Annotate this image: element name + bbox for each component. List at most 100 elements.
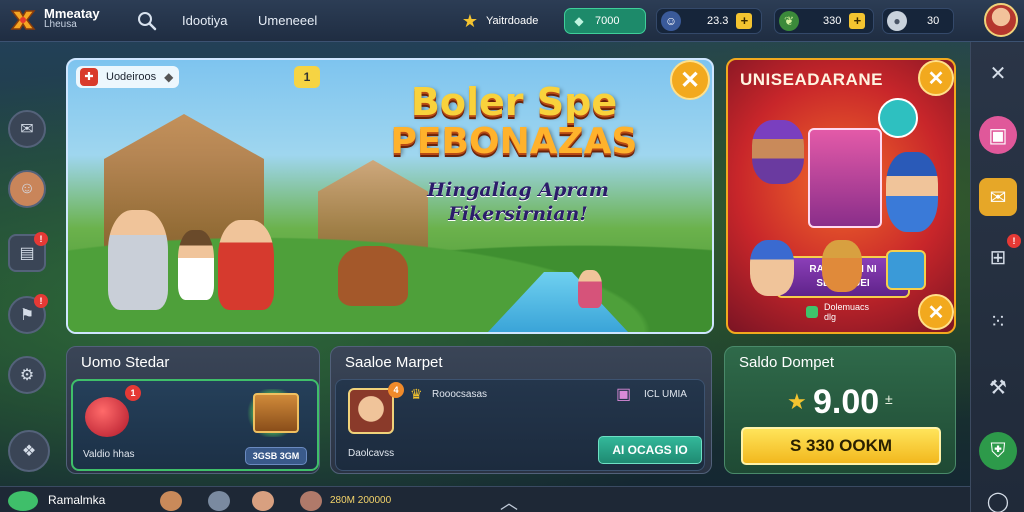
rail-shop-button[interactable]: ▣ xyxy=(979,116,1017,154)
trophy-icon: ♛ xyxy=(410,386,423,402)
brand-line-1: Mmeatay xyxy=(44,6,100,21)
notification-dot: 4 xyxy=(388,382,404,398)
hero-icon: ☺ xyxy=(661,11,681,31)
rail-chat-button[interactable]: ✉ xyxy=(8,110,46,148)
chest-icon: ▣ xyxy=(616,386,632,403)
friend-avatar[interactable] xyxy=(160,491,182,511)
currency-leaf-value: 330 xyxy=(823,15,842,27)
currency-gem-value: 7000 xyxy=(595,15,620,27)
panel-middle-caption: Daolcavss xyxy=(348,448,395,459)
promo-card-art xyxy=(808,128,882,228)
notification-dot: ! xyxy=(34,294,48,308)
close-panel-button[interactable]: ✕ xyxy=(979,54,1017,92)
rail-mail-button[interactable]: ✉ xyxy=(979,178,1017,216)
leaf-icon: ❦ xyxy=(779,11,799,31)
mage-character xyxy=(886,152,938,232)
inbox-icon: ▤ xyxy=(19,245,35,262)
lion-character xyxy=(822,240,862,292)
currency-coin-value: 30 xyxy=(927,15,940,27)
panel-left-card[interactable]: 1 Valdio hhas 3GSB 3GM xyxy=(71,379,319,471)
search-icon xyxy=(138,12,157,31)
promo-card[interactable]: UNISEADARANE ✕ RAIMCNKN NI SBGONUEI Dole… xyxy=(726,58,956,334)
rail-gift-button[interactable]: ⊞! xyxy=(979,234,1021,276)
rail-map-button[interactable]: ❖ xyxy=(8,430,50,472)
panel-middle-card[interactable]: 4 ♛ Rooocsasas ▣ ICL UMIA Daolcavss AI O… xyxy=(335,379,705,471)
search-button[interactable] xyxy=(136,10,158,32)
hero-subtitle-line-2: Fikersirnian! xyxy=(448,203,588,225)
currency-leaf[interactable]: ❦ 330 + xyxy=(774,8,874,34)
hero-tag-label: Uodeiroos xyxy=(106,71,157,83)
currency-star-label: Yaitrdoade xyxy=(486,15,539,27)
gem-icon: ◆ xyxy=(164,70,174,84)
panel-left-caption: Valdio hhas xyxy=(83,449,135,460)
chat-icon: ✉ xyxy=(20,121,34,138)
gear-icon: ⚙ xyxy=(19,367,35,384)
rail-guard-button[interactable]: ⛨ xyxy=(979,432,1017,470)
currency-gem[interactable]: ◆ 7000 xyxy=(564,8,646,34)
add-hero-button[interactable]: + xyxy=(736,13,753,29)
crate-icon xyxy=(253,393,299,433)
notification-dot: ! xyxy=(34,232,48,246)
add-leaf-button[interactable]: + xyxy=(849,13,866,29)
promo-title: UNISEADARANE xyxy=(740,70,883,89)
rail-profile-button[interactable]: ☺ xyxy=(8,170,46,208)
panel-middle-button[interactable]: AI OCAGS IO xyxy=(598,436,702,464)
event-icon: ✚ xyxy=(80,68,98,86)
gem-icon xyxy=(806,306,818,318)
rail-inbox-button[interactable]: ▤! xyxy=(8,232,48,272)
nav-link-1[interactable]: Idootiya xyxy=(182,13,228,28)
friend-avatar[interactable] xyxy=(300,491,322,511)
rail-quest-button[interactable]: ⚑! xyxy=(8,294,48,334)
hero-banner[interactable]: ✚ Uodeiroos ◆ 1 Boler Spe PEBONAZAS Hing… xyxy=(66,58,714,334)
currency-hero[interactable]: ☺ 23.3 + xyxy=(656,8,762,34)
hero-count-badge: 1 xyxy=(294,66,320,88)
wizard-character xyxy=(752,120,804,184)
nav-link-2[interactable]: Umeneeel xyxy=(258,13,317,28)
wallet-amount: 9.00 xyxy=(813,383,880,421)
notification-dot: 1 xyxy=(125,385,141,401)
star-icon: ★ xyxy=(461,10,479,31)
panel-left: Uomo Stedar 1 Valdio hhas 3GSB 3GM xyxy=(66,346,320,474)
hero-title-line-1: Boler Spe xyxy=(410,80,618,124)
brand-name: Mmeatay Lheusa xyxy=(44,6,100,30)
currency-star[interactable]: ★ Yaitrdoade xyxy=(456,8,556,34)
currency-coin[interactable]: ● 30 xyxy=(882,8,954,34)
rail-more-button[interactable]: ◯ xyxy=(979,482,1017,512)
notification-dot: ! xyxy=(1007,234,1021,248)
player-mini-avatar[interactable] xyxy=(8,491,38,511)
close-icon: ✕ xyxy=(989,62,1007,85)
friend-avatar[interactable] xyxy=(208,491,230,511)
treasure-chest xyxy=(886,250,926,290)
player-name: Ramalmka xyxy=(48,493,106,507)
rail-settings-button[interactable]: ⚙ xyxy=(8,356,46,394)
hero-tag: ✚ Uodeiroos ◆ xyxy=(76,66,180,88)
right-rail: ✕ ▣ ✉ ⊞! ⁙ ⚒ ⛨ ◯ xyxy=(970,42,1024,512)
hero-close-button[interactable]: ✕ xyxy=(670,60,710,100)
villager-character xyxy=(178,230,214,300)
promo-close-button[interactable]: ✕ xyxy=(918,60,954,96)
hero-title: Boler Spe PEBONAZAS xyxy=(364,82,664,162)
panel-right: Saldo Dompet ★ 9.00 ± S 330 OOKM xyxy=(724,346,956,474)
grid-icon: ⁙ xyxy=(989,310,1007,333)
panel-left-title: Uomo Stedar xyxy=(81,354,170,371)
wallet-topup-button[interactable]: S 330 OOKM xyxy=(741,427,941,465)
player-avatar[interactable] xyxy=(984,3,1018,37)
rail-grid-button[interactable]: ⁙ xyxy=(979,302,1017,340)
hero-subtitle: Hingaliag Apram Fikersirnian! xyxy=(408,178,628,226)
panel-left-button[interactable]: 3GSB 3GM xyxy=(245,447,307,465)
hammer-icon: ⚒ xyxy=(989,376,1007,399)
circle-icon: ◯ xyxy=(986,490,1010,512)
friend-avatar[interactable] xyxy=(252,491,274,511)
rail-tools-button[interactable]: ⚒ xyxy=(979,368,1017,406)
mail-icon: ✉ xyxy=(989,186,1007,209)
hero-portrait xyxy=(348,388,394,434)
logo-x-icon xyxy=(10,10,36,30)
chevron-up-icon[interactable]: ︿ xyxy=(500,489,518,512)
knight-character xyxy=(108,210,168,310)
panel-middle-item-1: Rooocsasas xyxy=(432,389,488,400)
potion-icon xyxy=(85,397,129,437)
promo-dismiss-button[interactable]: ✕ xyxy=(918,294,954,330)
currency-hero-value: 23.3 xyxy=(707,15,729,27)
game-logo[interactable] xyxy=(8,5,38,35)
panel-middle: Saaloe Marpet 4 ♛ Rooocsasas ▣ ICL UMIA … xyxy=(330,346,712,474)
